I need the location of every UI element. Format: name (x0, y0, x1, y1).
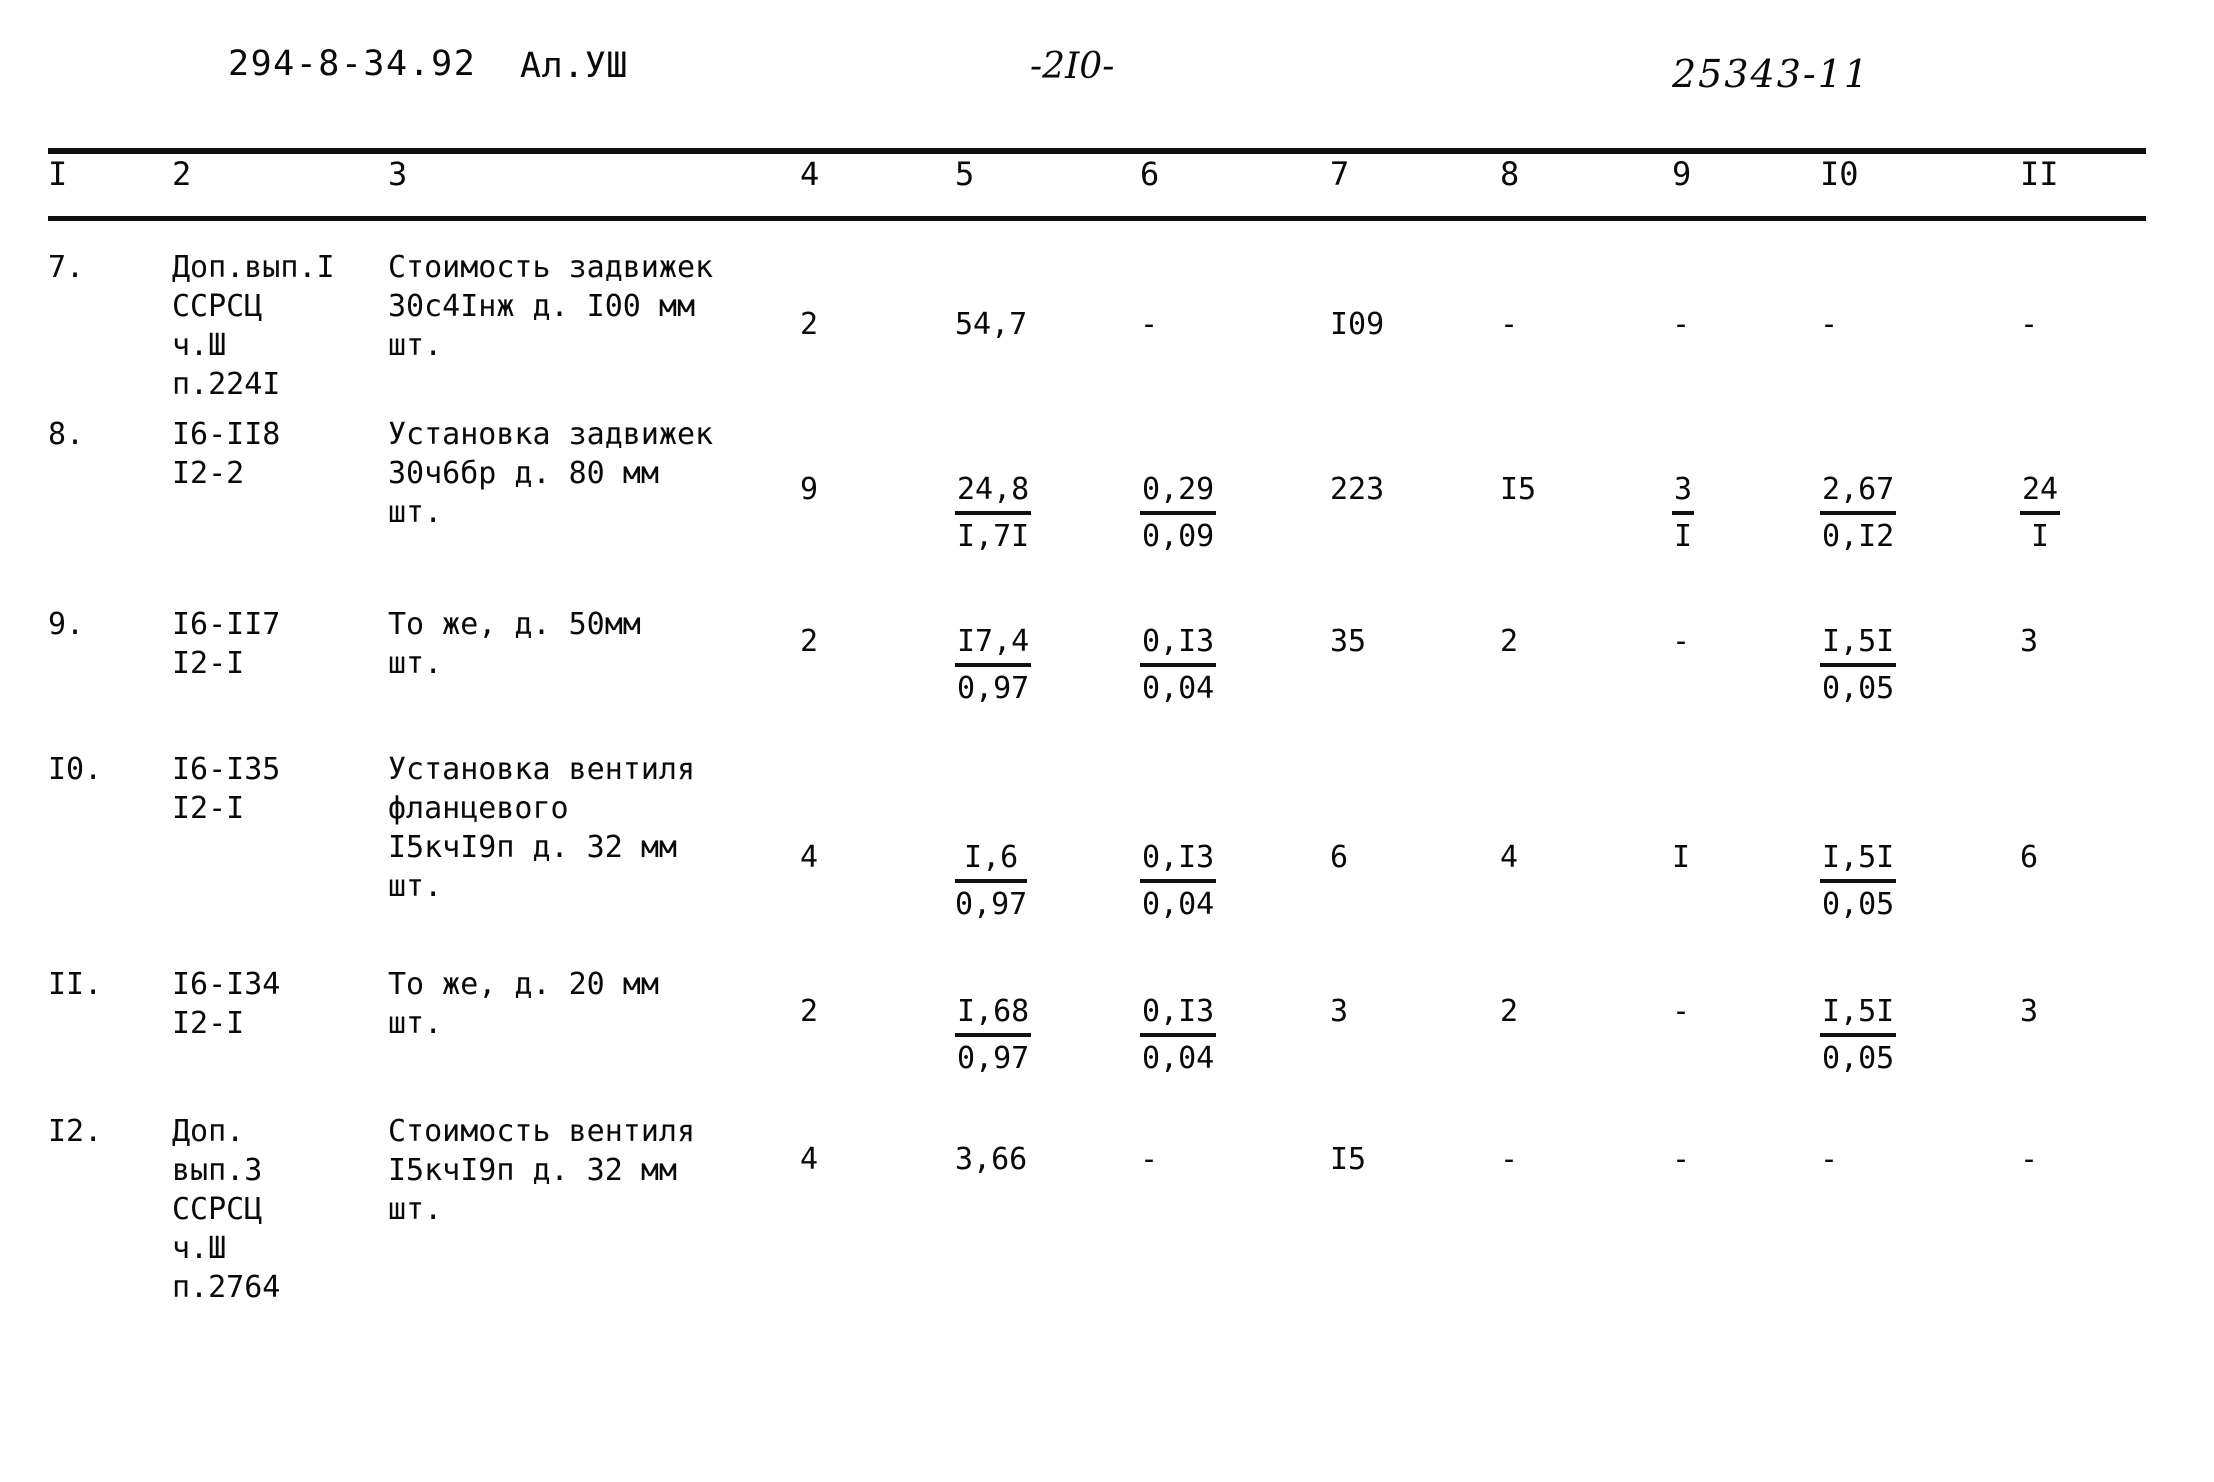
row-code: I6-I35 I2-I (172, 752, 281, 826)
row-number: I0. (48, 752, 103, 787)
cell-labour-norm: 0,I3 0,04 (1140, 840, 1217, 922)
cell-man-hours-norm: I,5I 0,05 (1820, 994, 1897, 1076)
cell-man-hours-total: - (2020, 1142, 2039, 1177)
cell-labour-norm: 0,I3 0,04 (1140, 624, 1217, 706)
cell-total-wages: I5 (1500, 472, 1537, 507)
column-header-7: 7 (1330, 155, 1350, 193)
document-code: 294-8-34.92 (228, 44, 477, 84)
cell-unit-cost: 24,8 I,7I (955, 472, 1032, 554)
cell-quantity: 2 (800, 307, 819, 342)
row-description: То же, д. 20 мм шт. (388, 967, 659, 1041)
cell-total-wages: 2 (1500, 994, 1519, 1029)
column-header-6: 6 (1140, 155, 1160, 193)
row-description: То же, д. 50мм шт. (388, 607, 641, 681)
row-number: 8. (48, 417, 85, 452)
row-code: I6-II7 I2-I (172, 607, 281, 681)
column-header-2: 2 (172, 155, 192, 193)
row-code: I6-I34 I2-I (172, 967, 281, 1041)
column-header-1: I (48, 155, 68, 193)
cell-total-cost: 6 (1330, 840, 1349, 875)
cell-total-cost: 35 (1330, 624, 1367, 659)
row-number: 9. (48, 607, 85, 642)
cell-man-hours-norm: - (1820, 307, 1839, 342)
doc-number: 25343-11 (1672, 52, 1871, 96)
cell-unit-cost: I,68 0,97 (955, 994, 1032, 1076)
row-number: 7. (48, 250, 85, 285)
column-header-4: 4 (800, 155, 820, 193)
cell-quantity: 4 (800, 840, 819, 875)
cell-man-hours-norm: I,5I 0,05 (1820, 840, 1897, 922)
album-label: Ал.УШ (520, 46, 628, 86)
row-number: I2. (48, 1114, 103, 1149)
page-header: 294-8-34.92 Ал.УШ -2I0- 25343-11 (0, 44, 2214, 114)
cell-total-wages: 4 (1500, 840, 1519, 875)
cell-man-hours-total: 3 (2020, 994, 2039, 1029)
cell-unit-cost: 54,7 (955, 307, 1028, 342)
cell-total-wages: - (1500, 307, 1519, 342)
cell-quantity: 4 (800, 1142, 819, 1177)
cell-labour-norm: - (1140, 1142, 1159, 1177)
cell-machine-cost: - (1672, 307, 1691, 342)
cell-total-wages: 2 (1500, 624, 1519, 659)
row-code: Доп. вып.3 ССРСЦ ч.Ш п.2764 (172, 1114, 281, 1305)
page-number: -2I0- (1030, 46, 1115, 87)
cell-machine-cost: 3I (1672, 472, 1695, 554)
cell-machine-cost: I (1672, 840, 1691, 875)
cell-total-cost: I5 (1330, 1142, 1367, 1177)
column-header-11: II (2020, 155, 2059, 193)
row-description: Стоимость задвижек 30с4Iнж д. I00 мм шт. (388, 250, 714, 363)
row-description: Стоимость вентиля I5кчI9п д. 32 мм шт. (388, 1114, 696, 1227)
cell-unit-cost: I7,4 0,97 (955, 624, 1032, 706)
cell-total-wages: - (1500, 1142, 1519, 1177)
cell-man-hours-total: - (2020, 307, 2039, 342)
cell-unit-cost: I,6 0,97 (955, 840, 1028, 922)
cell-unit-cost: 3,66 (955, 1142, 1028, 1177)
column-header-10: I0 (1820, 155, 1859, 193)
column-header-3: 3 (388, 155, 408, 193)
cell-man-hours-total: 24 I (2020, 472, 2061, 554)
cell-machine-cost: - (1672, 1142, 1691, 1177)
cell-quantity: 2 (800, 994, 819, 1029)
cell-total-cost: 3 (1330, 994, 1349, 1029)
cell-total-cost: I09 (1330, 307, 1385, 342)
row-description: Установка задвижек 30ч6бр д. 80 мм шт. (388, 417, 714, 530)
cell-labour-norm: 0,I3 0,04 (1140, 994, 1217, 1076)
row-number: II. (48, 967, 103, 1002)
cell-labour-norm: 0,29 0,09 (1140, 472, 1217, 554)
cell-man-hours-total: 6 (2020, 840, 2039, 875)
cell-total-cost: 223 (1330, 472, 1385, 507)
row-code: I6-II8 I2-2 (172, 417, 281, 491)
row-description: Установка вентиля фланцевого I5кчI9п д. … (388, 752, 696, 904)
row-code: Доп.вып.I ССРСЦ ч.Ш п.224I (172, 250, 335, 402)
header-rule-bottom (48, 216, 2146, 221)
column-header-5: 5 (955, 155, 975, 193)
cell-quantity: 2 (800, 624, 819, 659)
cell-labour-norm: - (1140, 307, 1159, 342)
cell-man-hours-norm: 2,67 0,I2 (1820, 472, 1897, 554)
header-rule-top (48, 148, 2146, 154)
cell-quantity: 9 (800, 472, 819, 507)
cell-man-hours-norm: I,5I 0,05 (1820, 624, 1897, 706)
cell-machine-cost: - (1672, 994, 1691, 1029)
cell-machine-cost: - (1672, 624, 1691, 659)
cell-man-hours-norm: - (1820, 1142, 1839, 1177)
column-header-8: 8 (1500, 155, 1520, 193)
cell-man-hours-total: 3 (2020, 624, 2039, 659)
column-header-9: 9 (1672, 155, 1692, 193)
